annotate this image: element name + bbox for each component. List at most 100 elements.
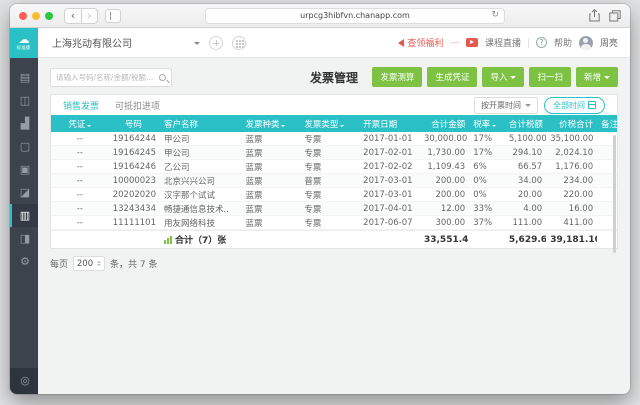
cell-kind: 蓝票 [239, 203, 298, 215]
cell-total: 1,176.00 [546, 162, 597, 172]
cell-amount: 200.00 [420, 176, 469, 186]
user-avatar[interactable] [579, 36, 593, 50]
sidebar-item-tax[interactable]: ◪ [10, 181, 38, 204]
promo-link[interactable]: 查领福利 [394, 36, 443, 49]
help-icon[interactable]: ? [536, 37, 547, 48]
cell-rate: 0% [469, 176, 505, 186]
button-label: 发票测算 [380, 71, 414, 83]
sidebar-item-journal[interactable]: ▤ [10, 66, 38, 89]
button-label: 生成凭证 [435, 71, 469, 83]
cloud-logo-icon: ☁ [19, 34, 30, 45]
cell-total: 2,024.10 [546, 148, 597, 158]
cell-tax: 5,100.00 [505, 134, 546, 144]
live-video-icon[interactable] [466, 38, 478, 47]
sidebar-toggle-icon[interactable] [105, 9, 121, 23]
sidebar-item-assets[interactable]: ▣ [10, 158, 38, 181]
company-selector[interactable]: 上海兆动有限公司 [52, 35, 200, 50]
live-link[interactable]: 课程直播 [485, 36, 521, 49]
button-generate-voucher[interactable]: 生成凭证 [427, 67, 477, 87]
cell-amount: 1,109.43 [420, 162, 469, 172]
totals-grand-total: 39,181.10 [546, 235, 597, 245]
button-add[interactable]: 新增 [576, 67, 618, 87]
sidebar-item-invoice[interactable]: ▥ [10, 204, 38, 227]
help-link[interactable]: 帮助 [554, 36, 572, 49]
cell-total: 220.00 [546, 190, 597, 200]
chevron-down-icon [604, 76, 610, 82]
cell-customer: 畅捷通信息技术.. [158, 203, 240, 215]
column-header-number: 号码 [109, 118, 158, 130]
close-window-button[interactable] [19, 12, 27, 20]
table-row[interactable]: --19164245甲公司蓝票专票2017-02-011,730.0017%29… [51, 146, 617, 160]
cell-kind: 蓝票 [239, 161, 298, 173]
tab-bar-right: 按开票时间 全部时间 [474, 97, 605, 114]
add-account-button[interactable] [209, 36, 223, 50]
table-row[interactable]: --10000023北京兴兴公司蓝票普票2017-03-01200.000%34… [51, 174, 617, 188]
button-scan[interactable]: 扫一扫 [529, 67, 571, 87]
column-header-rate[interactable]: 税率 [469, 118, 505, 130]
apps-grid-button[interactable] [232, 36, 246, 50]
column-header-voucher[interactable]: 凭证 [51, 118, 109, 130]
cell-date: 2017-01-01 [357, 134, 420, 144]
refresh-icon[interactable]: ↻ [491, 10, 499, 20]
table-row[interactable]: --20202020汉字那个试试蓝票专票2017-03-01200.000%20… [51, 188, 617, 202]
tab-sales-invoice[interactable]: 销售发票 [63, 99, 99, 112]
cell-customer: 用友网络科技 [158, 217, 240, 229]
cell-type: 专票 [298, 189, 357, 201]
per-page-input[interactable] [74, 259, 96, 269]
back-button[interactable]: ‹ [65, 9, 81, 23]
toolbar: 请输入号码/名称/金额/税额... 发票管理 发票测算生成凭证导入扫一扫新增 [50, 65, 618, 89]
time-range-picker[interactable]: 全部时间 [544, 97, 605, 114]
sidebar-item-ledger[interactable]: ◫ [10, 89, 38, 112]
sidebar-item-reports[interactable]: ▟ [10, 112, 38, 135]
cell-rate: 17% [469, 148, 505, 158]
cell-voucher: -- [51, 162, 109, 172]
table-row[interactable]: --19164246乙公司蓝票专票2017-02-021,109.436%66.… [51, 160, 617, 174]
cell-type: 专票 [298, 147, 357, 159]
sidebar-item-funds[interactable]: ▢ [10, 135, 38, 158]
search-input[interactable]: 请输入号码/名称/金额/税额... [50, 68, 172, 87]
chrome-right-icons [589, 9, 621, 22]
per-page-stepper[interactable] [73, 256, 105, 271]
cell-total: 35,100.00 [546, 134, 597, 144]
button-invoice-calc[interactable]: 发票测算 [372, 67, 422, 87]
time-filter-dropdown[interactable]: 按开票时间 [474, 97, 538, 114]
zoom-window-button[interactable] [45, 12, 53, 20]
scrollbar-thumb[interactable] [613, 135, 616, 253]
company-name: 上海兆动有限公司 [52, 35, 132, 50]
cell-amount: 200.00 [420, 190, 469, 200]
cell-kind: 蓝票 [239, 133, 298, 145]
browser-chrome: ‹ › urpcg3hibfvn.chanapp.com ↻ [10, 4, 630, 28]
cell-amount: 300.00 [420, 218, 469, 228]
chevron-down-icon [525, 104, 531, 110]
user-name[interactable]: 周亮 [600, 36, 618, 49]
stepper-arrows[interactable] [97, 259, 101, 268]
forward-button[interactable]: › [81, 9, 97, 23]
sidebar-item-support[interactable]: ◎ [10, 368, 38, 394]
cell-rate: 6% [469, 162, 505, 172]
tab-deductible-input[interactable]: 可抵扣进项 [115, 99, 160, 112]
sidebar-item-settings[interactable]: ⚙ [10, 250, 38, 273]
support-icon: ◎ [20, 374, 30, 387]
totals-label: 合计（7）张 [158, 233, 240, 246]
table-row[interactable]: --13243434畅捷通信息技术..蓝票专票2017-04-0112.0033… [51, 202, 617, 216]
minimize-window-button[interactable] [32, 12, 40, 20]
column-header-kind[interactable]: 发票种类 [239, 118, 298, 130]
promo-dashes: —· [450, 38, 459, 47]
cell-kind: 蓝票 [239, 217, 298, 229]
address-bar[interactable]: urpcg3hibfvn.chanapp.com ↻ [205, 8, 505, 24]
cell-type: 专票 [298, 161, 357, 173]
sidebar-item-salary[interactable]: ◨ [10, 227, 38, 250]
traffic-lights [19, 12, 53, 20]
per-page-label: 每页 [50, 257, 68, 270]
table-row[interactable]: --11111101用友网络科技蓝票专票2017-06-07300.0037%1… [51, 216, 617, 230]
share-icon[interactable] [589, 9, 600, 22]
cell-date: 2017-03-01 [357, 176, 420, 186]
button-import[interactable]: 导入 [482, 67, 524, 87]
cell-rate: 0% [469, 190, 505, 200]
table-row[interactable]: --19164244甲公司蓝票专票2017-01-0130,000.0017%5… [51, 132, 617, 146]
sort-caret-icon [87, 125, 91, 129]
column-header-type[interactable]: 发票类型 [298, 118, 357, 130]
cell-number: 11111101 [109, 218, 158, 228]
cell-tax: 20.00 [505, 190, 546, 200]
tabs-overview-icon[interactable] [609, 10, 621, 22]
